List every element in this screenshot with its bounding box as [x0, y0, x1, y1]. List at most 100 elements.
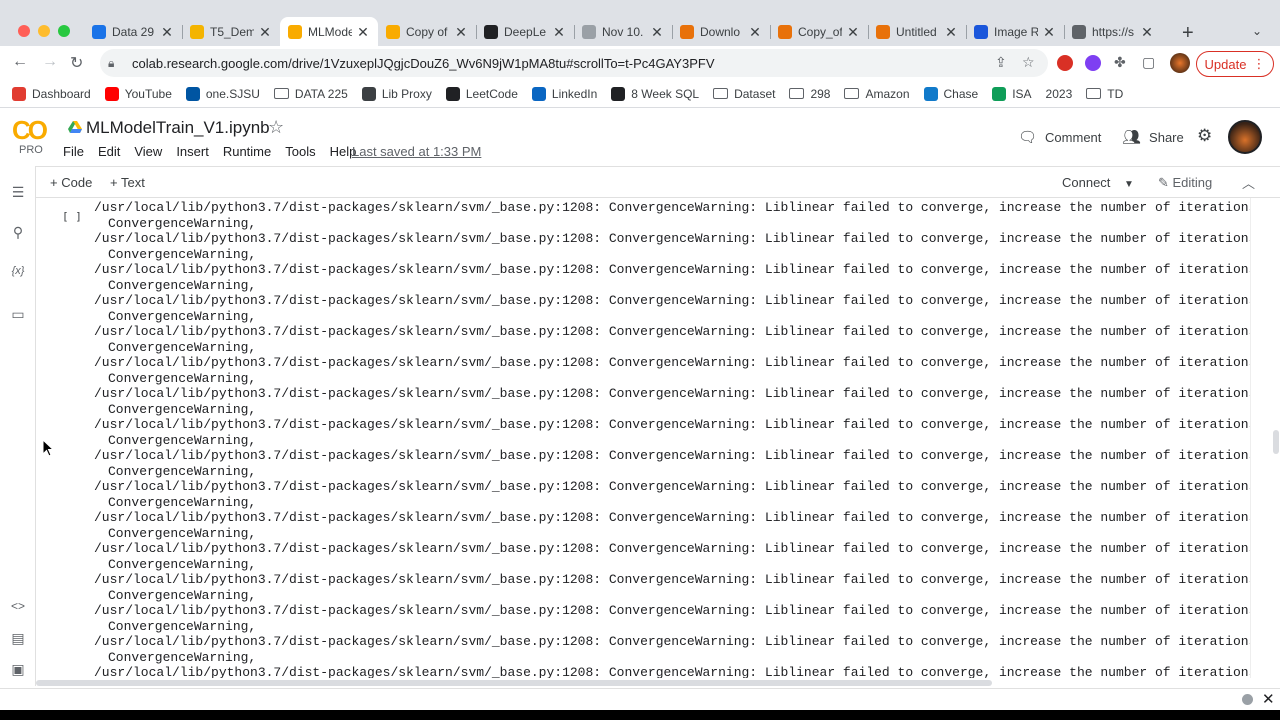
colab-logo[interactable]: CO PRO — [12, 115, 48, 156]
horizontal-scrollbar[interactable] — [36, 678, 1250, 688]
tab-close-icon[interactable]: ✕ — [160, 24, 174, 41]
browser-tab[interactable]: Copy of ✕ — [378, 17, 476, 47]
browser-tab[interactable]: Image R ✕ — [966, 17, 1064, 47]
bookmark-label: YouTube — [124, 86, 172, 101]
tab-close-icon[interactable]: ✕ — [454, 24, 468, 41]
output-warning-line: /usr/local/lib/python3.7/dist-packages/s… — [94, 572, 1250, 587]
folder-icon — [789, 88, 805, 99]
terminal-icon[interactable]: ▣ — [10, 661, 26, 678]
close-icon[interactable]: ✕ — [1262, 690, 1275, 708]
extension-red-icon[interactable] — [1057, 55, 1073, 71]
vertical-scrollbar[interactable] — [1250, 198, 1280, 678]
bookmark-label: one.SJSU — [205, 86, 260, 101]
output-warning-line: /usr/local/lib/python3.7/dist-packages/s… — [94, 231, 1250, 246]
menu-item[interactable]: Insert — [176, 144, 209, 159]
menu-item[interactable]: View — [134, 144, 162, 159]
bookmark-item[interactable]: ISA — [992, 86, 1032, 101]
menu-item[interactable]: File — [63, 144, 84, 159]
code-snippets-icon[interactable]: <> — [10, 599, 26, 613]
google-drive-icon[interactable] — [68, 121, 82, 133]
bookmark-item[interactable]: Amazon — [844, 87, 910, 101]
browser-tab[interactable]: Nov 10. ✕ — [574, 17, 672, 47]
forward-arrow-icon[interactable]: → — [42, 53, 58, 71]
settings-gear-icon[interactable]: ⚙ — [1197, 126, 1212, 146]
tab-close-icon[interactable]: ✕ — [846, 24, 860, 41]
bookmark-item[interactable]: Dashboard — [12, 86, 91, 101]
menu-bar: File Edit View Insert Runtime Tools Help — [63, 144, 356, 159]
browser-tab[interactable]: DeepLe ✕ — [476, 17, 574, 47]
bookmark-item[interactable]: TD — [1086, 87, 1123, 101]
window-zoom-button[interactable] — [58, 25, 70, 37]
address-bar[interactable]: 🔒︎ colab.research.google.com/drive/1Vzux… — [100, 49, 1048, 77]
menu-item[interactable]: Runtime — [223, 144, 271, 159]
collapse-header-chevron-icon[interactable]: ︿ — [1242, 173, 1255, 192]
tab-close-icon[interactable]: ✕ — [552, 24, 566, 41]
user-avatar[interactable] — [1228, 120, 1262, 154]
bookmark-item[interactable]: 298 — [789, 87, 830, 101]
vertical-scroll-thumb[interactable] — [1273, 430, 1279, 454]
update-button[interactable]: Update ⋮ — [1196, 51, 1274, 77]
editing-mode-button[interactable]: ✎ Editing — [1158, 175, 1212, 191]
tab-close-icon[interactable]: ✕ — [1042, 24, 1056, 41]
bookmark-item[interactable]: LeetCode — [445, 86, 518, 101]
star-icon[interactable]: ☆ — [268, 117, 284, 138]
tab-title: T5_Dem — [210, 25, 254, 39]
browser-tab[interactable]: Copy_of ✕ — [770, 17, 868, 47]
bookmark-item[interactable]: Lib Proxy — [361, 86, 432, 101]
connect-button[interactable]: Connect ▼ — [1062, 175, 1134, 190]
cell-run-marker[interactable]: [ ] — [62, 210, 82, 223]
output-warning-continuation: ConvergenceWarning, — [108, 246, 257, 262]
comment-button[interactable]: 🗨︎ Comment — [1018, 128, 1101, 146]
bookmark-item[interactable]: Dataset — [713, 87, 775, 101]
menu-item[interactable]: Edit — [98, 144, 120, 159]
browser-tab[interactable]: Untitled ✕ — [868, 17, 966, 47]
files-folder-icon[interactable]: ▭ — [10, 306, 26, 323]
new-tab-button[interactable]: + — [1182, 22, 1194, 45]
tab-close-icon[interactable]: ✕ — [748, 24, 762, 41]
last-saved-link[interactable]: Last saved at 1:33 PM — [352, 144, 481, 159]
add-code-button[interactable]: + Code — [50, 175, 92, 190]
profile-avatar[interactable] — [1170, 53, 1190, 73]
horizontal-scroll-thumb[interactable] — [36, 680, 992, 686]
share-button[interactable]: 👥︎ Share — [1122, 128, 1184, 146]
browser-tab[interactable]: https://s ✕ — [1064, 17, 1162, 47]
reload-icon[interactable]: ↻ — [70, 53, 83, 73]
table-of-contents-icon[interactable]: ☰ — [10, 184, 26, 201]
command-palette-icon[interactable]: ▤ — [10, 630, 26, 647]
window-close-button[interactable] — [18, 25, 30, 37]
colab-logo-text: CO — [12, 115, 48, 145]
share-page-icon[interactable]: ⇪ — [995, 54, 1007, 71]
bookmark-item[interactable]: YouTube — [104, 86, 172, 101]
bookmark-item[interactable]: Chase — [923, 86, 978, 101]
leetcode-icon — [445, 86, 460, 101]
browser-tab[interactable]: T5_Dem ✕ — [182, 17, 280, 47]
tab-close-icon[interactable]: ✕ — [356, 24, 370, 41]
bookmark-item[interactable]: 2023 — [1046, 87, 1073, 101]
bookmark-star-icon[interactable]: ☆ — [1022, 54, 1035, 71]
tab-close-icon[interactable]: ✕ — [944, 24, 958, 41]
tab-close-icon[interactable]: ✕ — [258, 24, 272, 41]
extension-purple-icon[interactable] — [1085, 55, 1101, 71]
plus-icon: + — [110, 175, 121, 190]
bookmark-item[interactable]: one.SJSU — [185, 86, 260, 101]
side-panel-icon[interactable]: ▢ — [1142, 54, 1155, 71]
tab-close-icon[interactable]: ✕ — [1140, 24, 1154, 41]
notebook-title[interactable]: MLModelTrain_V1.ipynb — [86, 118, 270, 138]
bookmark-item[interactable]: 8 Week SQL — [611, 86, 699, 101]
window-minimize-button[interactable] — [38, 25, 50, 37]
variables-icon[interactable]: {x} — [10, 265, 26, 277]
search-icon[interactable]: ⚲ — [10, 224, 26, 241]
browser-tab[interactable]: MLMode ✕ — [280, 17, 378, 47]
menu-item[interactable]: Tools — [285, 144, 315, 159]
lock-icon[interactable]: 🔒︎ — [108, 56, 122, 71]
bookmark-item[interactable]: LinkedIn — [531, 86, 597, 101]
bookmark-item[interactable]: DATA 225 — [273, 87, 348, 101]
browser-tab[interactable]: Data 29 ✕ — [84, 17, 182, 47]
tab-search-chevron-icon[interactable]: ⌄ — [1252, 24, 1262, 38]
tab-close-icon[interactable]: ✕ — [650, 24, 664, 41]
update-label: Update — [1204, 56, 1247, 72]
back-arrow-icon[interactable]: ← — [12, 53, 28, 71]
add-text-button[interactable]: + Text — [110, 175, 145, 190]
browser-tab[interactable]: Downlo ✕ — [672, 17, 770, 47]
extensions-puzzle-icon[interactable]: ✤ — [1114, 54, 1126, 71]
